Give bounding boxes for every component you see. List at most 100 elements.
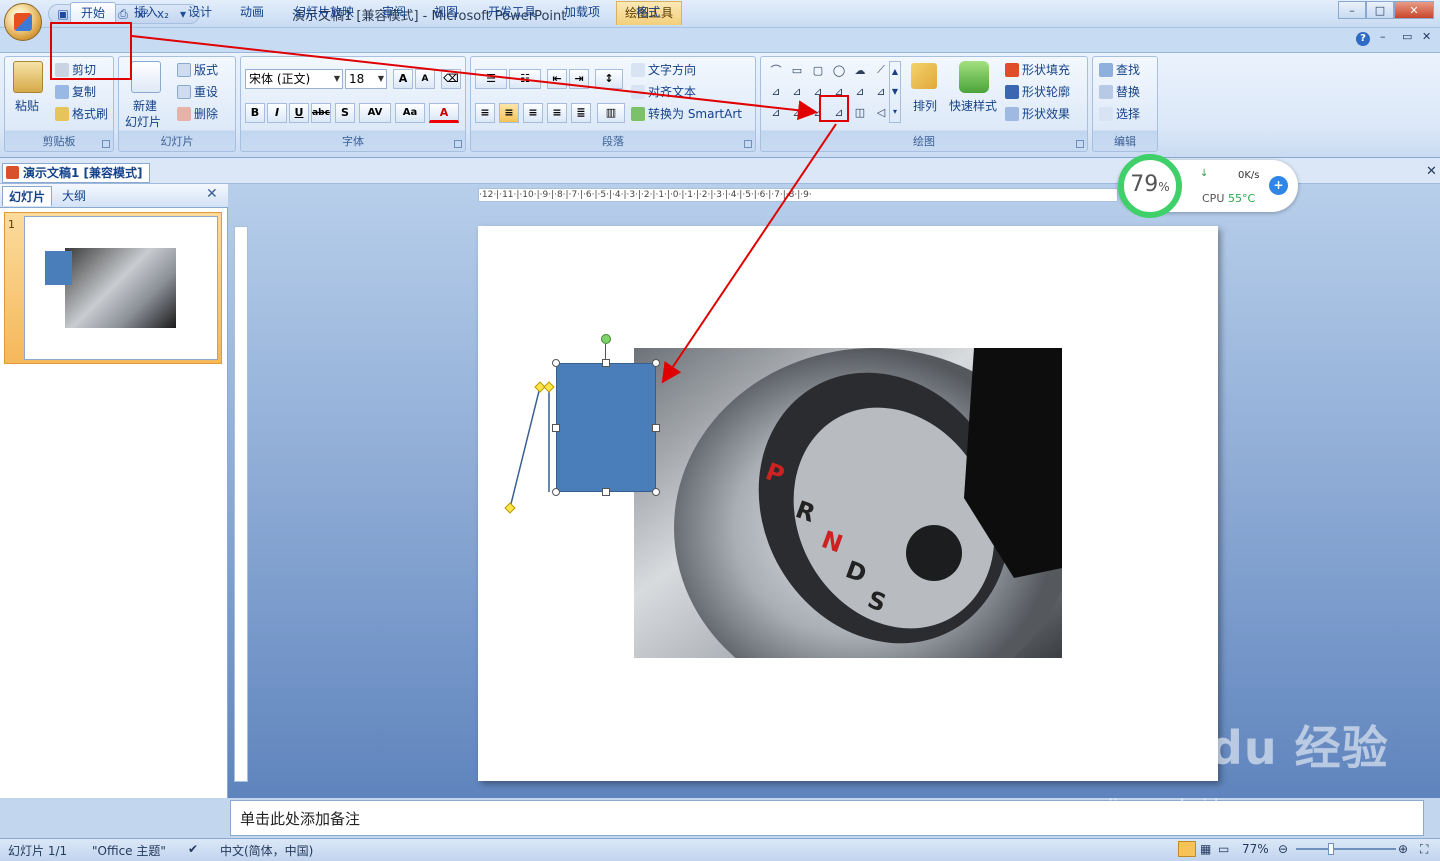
text-direction-button[interactable]: 文字方向 (631, 61, 696, 78)
close-window-button[interactable]: ✕ (1394, 1, 1434, 19)
tab-design[interactable]: 设计 (178, 2, 222, 24)
tab-format[interactable]: 格式 (626, 2, 670, 24)
grow-font-icon[interactable]: A (393, 69, 413, 89)
new-slide-dropdown[interactable]: 幻灯片 (125, 113, 161, 130)
underline-icon[interactable]: U (289, 103, 309, 123)
resize-handle-ne[interactable] (652, 359, 660, 367)
resize-handle-s[interactable] (602, 488, 610, 496)
clear-format-icon[interactable]: ⌫ (441, 69, 461, 89)
close-document-icon[interactable]: ✕ (1426, 164, 1437, 179)
shape-effects-button[interactable]: 形状效果 (1005, 105, 1070, 122)
gear-shifter-photo[interactable]: P R N D S (634, 348, 1062, 658)
resize-handle-nw[interactable] (552, 359, 560, 367)
justify-icon[interactable]: ≡ (547, 103, 567, 123)
resize-handle-e[interactable] (652, 424, 660, 432)
find-button[interactable]: 查找 (1099, 61, 1140, 78)
gallery-scroll[interactable]: ▲ ▼ ▾ (889, 61, 901, 123)
convert-smartart-button[interactable]: 转换为 SmartArt (631, 105, 742, 122)
resize-handle-n[interactable] (602, 359, 610, 367)
shape-line-callout-2-icon[interactable]: ⊿ (767, 82, 785, 100)
resize-handle-sw[interactable] (552, 488, 560, 496)
align-left-icon[interactable]: ≡ (475, 103, 495, 123)
shape-oval-callout-icon[interactable]: ◯ (830, 61, 848, 79)
ribbon-close-icon[interactable]: ✕ (1422, 30, 1431, 43)
rotate-handle[interactable] (601, 334, 611, 344)
new-slide-button[interactable]: 新建 (133, 97, 157, 114)
delete-slide-button[interactable]: 删除 (177, 105, 218, 122)
plus-icon[interactable]: + (1269, 176, 1288, 195)
document-tab[interactable]: 演示文稿1 [兼容模式] (2, 163, 150, 183)
increase-indent-icon[interactable]: ⇥ (569, 69, 589, 89)
tab-review[interactable]: 审阅 (372, 2, 416, 24)
shape-cloud-callout-icon[interactable]: ☁ (851, 61, 869, 79)
maximize-button[interactable]: □ (1366, 1, 1394, 19)
tab-slideshow[interactable]: 幻灯片放映 (284, 2, 364, 24)
font-color-icon[interactable]: A (429, 103, 459, 123)
tab-addins[interactable]: 加载项 (554, 2, 610, 24)
tab-outline[interactable]: 大纲 (56, 186, 92, 206)
format-painter-button[interactable]: 格式刷 (55, 105, 108, 122)
shape-callout-icon[interactable]: ▭ (788, 61, 806, 79)
copy-button[interactable]: 复制 (55, 83, 96, 100)
shape-outline-button[interactable]: 形状轮廓 (1005, 83, 1070, 100)
tab-developer[interactable]: 开发工具 (478, 2, 546, 24)
quick-styles-button[interactable]: 快速样式 (949, 97, 997, 114)
zoom-in-icon[interactable]: ⊕ (1398, 842, 1408, 856)
dialog-launcher-icon[interactable] (102, 140, 110, 148)
resize-handle-w[interactable] (552, 424, 560, 432)
align-text-button[interactable]: 对齐文本 (631, 83, 696, 100)
bold-icon[interactable]: B (245, 103, 265, 123)
zoom-slider-thumb[interactable] (1328, 843, 1334, 855)
shape-freeform-icon[interactable]: ⌒ (767, 61, 785, 79)
zoom-slider[interactable] (1296, 848, 1396, 850)
align-right-icon[interactable]: ≡ (523, 103, 543, 123)
bullets-icon[interactable]: ☰ (475, 69, 507, 89)
minimize-button[interactable]: – (1338, 1, 1366, 19)
decrease-indent-icon[interactable]: ⇤ (547, 69, 567, 89)
help-icon[interactable]: ? (1356, 32, 1370, 46)
spellcheck-icon[interactable]: ✔ (188, 842, 198, 856)
shape-accent-callout-2-icon[interactable]: ⊿ (788, 103, 806, 121)
shape-line-callout-icon[interactable]: ⟋ (872, 61, 890, 79)
shape-border-callout-icon[interactable]: ◫ (851, 103, 869, 121)
ribbon-minimize-icon[interactable]: – (1380, 30, 1386, 43)
font-size-select[interactable]: 18 ▼ (345, 69, 387, 89)
zoom-level[interactable]: 77% (1242, 842, 1269, 856)
zoom-out-icon[interactable]: ⊖ (1278, 842, 1288, 856)
shape-triangle-callout-icon[interactable]: ◁ (872, 103, 890, 121)
tab-insert[interactable]: 插入 (124, 2, 168, 24)
shape-accent-callout-icon[interactable]: ⊿ (767, 103, 785, 121)
paste-button[interactable]: 粘贴 (15, 97, 39, 114)
numbering-icon[interactable]: ☷ (509, 69, 541, 89)
office-button[interactable] (4, 3, 42, 41)
reset-button[interactable]: 重设 (177, 83, 218, 100)
fit-window-icon[interactable]: ⛶ (1420, 842, 1428, 857)
tab-home[interactable]: 开始 (70, 2, 117, 24)
font-name-select[interactable]: 宋体 (正文) ▼ (245, 69, 343, 89)
align-center-icon[interactable]: ≡ (499, 103, 519, 123)
dialog-launcher-icon[interactable] (1076, 140, 1084, 148)
tab-animation[interactable]: 动画 (230, 2, 274, 24)
normal-view-icon[interactable] (1178, 841, 1196, 857)
shape-rounded-callout-icon[interactable]: ▢ (809, 61, 827, 79)
char-spacing-icon[interactable]: AV (359, 103, 391, 123)
close-pane-icon[interactable]: ✕ (206, 186, 218, 202)
save-icon[interactable]: ▣ (55, 6, 71, 22)
slideshow-view-icon[interactable]: ▭ (1218, 842, 1229, 856)
strikethrough-icon[interactable]: abc (311, 103, 331, 123)
replace-button[interactable]: 替换 (1099, 83, 1140, 100)
dialog-launcher-icon[interactable] (454, 140, 462, 148)
slide-sorter-icon[interactable]: ▦ (1200, 842, 1211, 856)
selected-callout-shape[interactable] (556, 363, 656, 492)
shape-line-callout-7-icon[interactable]: ⊿ (872, 82, 890, 100)
tab-view[interactable]: 视图 (424, 2, 468, 24)
shadow-icon[interactable]: S (335, 103, 355, 123)
shape-fill-button[interactable]: 形状填充 (1005, 61, 1070, 78)
italic-icon[interactable]: I (267, 103, 287, 123)
line-spacing-icon[interactable]: ↕ (595, 69, 623, 89)
shrink-font-icon[interactable]: A (415, 69, 435, 89)
select-button[interactable]: 选择 (1099, 105, 1140, 122)
dialog-launcher-icon[interactable] (744, 140, 752, 148)
shape-line-callout-3-icon[interactable]: ⊿ (788, 82, 806, 100)
shape-line-callout-6-icon[interactable]: ⊿ (851, 82, 869, 100)
